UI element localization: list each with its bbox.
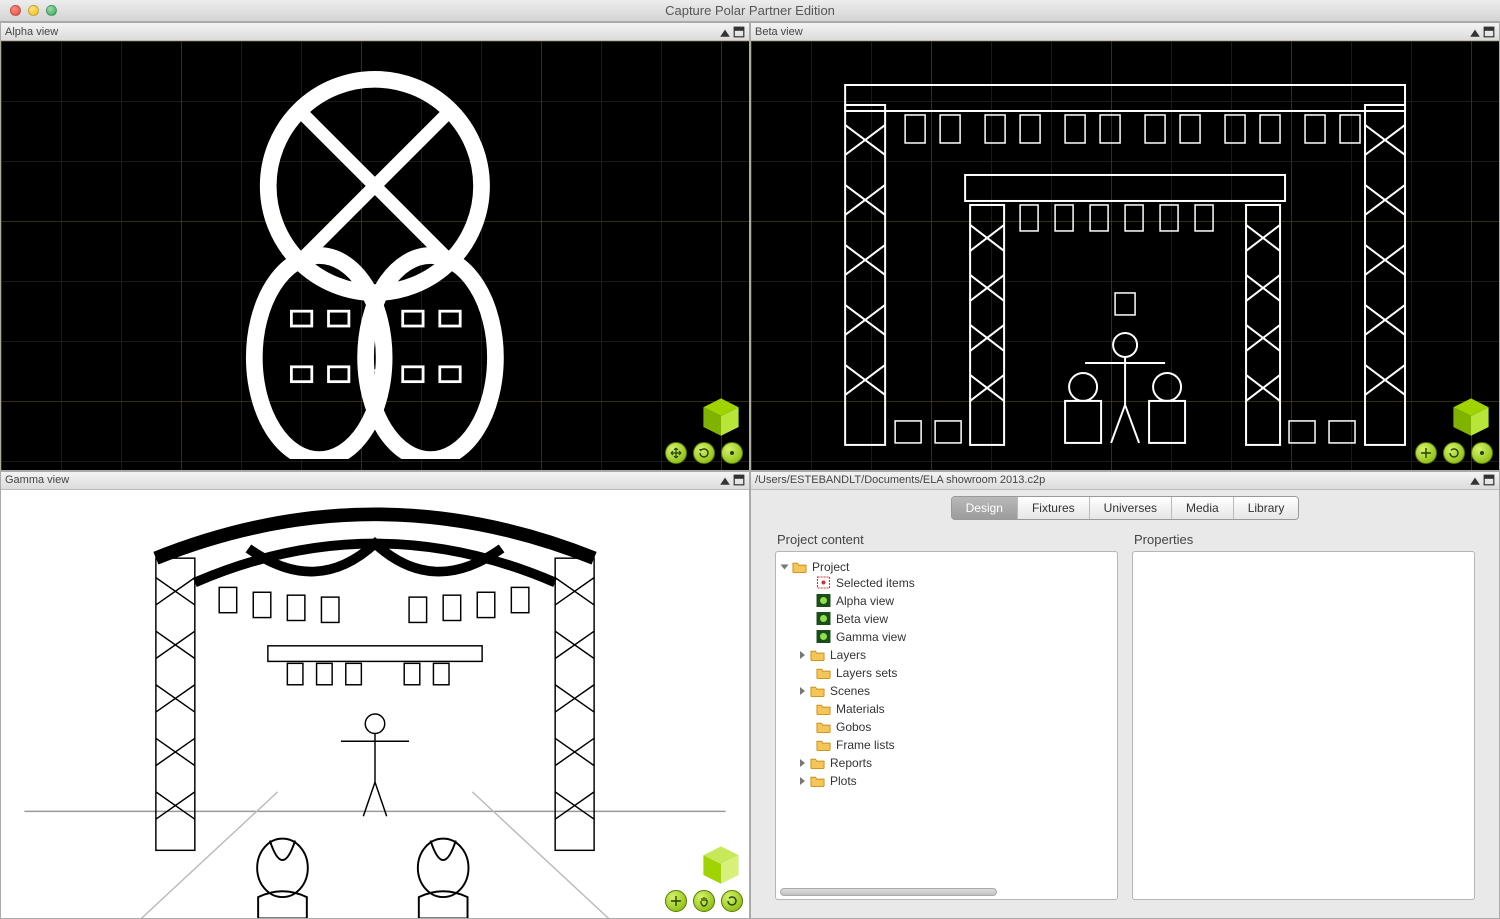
folder-icon	[810, 648, 825, 661]
folder-icon	[816, 720, 831, 733]
properties-label: Properties	[1132, 532, 1475, 551]
disclosure-icon[interactable]	[800, 777, 805, 785]
panel-tabs: Design Fixtures Universes Media Library	[951, 496, 1300, 520]
view-cube-icon[interactable]	[699, 842, 743, 886]
close-window-button[interactable]	[10, 5, 21, 16]
pan-button[interactable]	[1415, 442, 1437, 464]
project-tree[interactable]: Project Selected items	[776, 552, 1117, 812]
alpha-pane: Alpha view	[0, 22, 750, 471]
hand-button[interactable]	[693, 890, 715, 912]
window-title: Capture Polar Partner Edition	[0, 3, 1500, 18]
tree-item-beta-view[interactable]: Beta view	[800, 612, 1111, 626]
project-content-label: Project content	[775, 532, 1118, 551]
tree-label: Reports	[830, 756, 872, 770]
tree-item-frame-lists[interactable]: Frame lists	[800, 738, 1111, 752]
properties-title: /Users/ESTEBANDLT/Documents/ELA showroom…	[755, 474, 1045, 486]
pane-dock-icon[interactable]	[733, 26, 745, 38]
folder-icon	[810, 756, 825, 769]
tree-item-selected-items[interactable]: Selected items	[800, 576, 1111, 590]
orbit-button[interactable]	[721, 890, 743, 912]
folder-icon	[816, 666, 831, 679]
tree-label: Frame lists	[836, 738, 895, 752]
orbit-button[interactable]	[693, 442, 715, 464]
tree-label: Gamma view	[836, 630, 906, 644]
orbit-button[interactable]	[1443, 442, 1465, 464]
tab-design[interactable]: Design	[952, 497, 1018, 519]
alpha-header: Alpha view	[1, 23, 749, 41]
view-cube-icon[interactable]	[699, 394, 743, 438]
tab-fixtures[interactable]: Fixtures	[1018, 497, 1090, 519]
pane-maximize-icon[interactable]	[1469, 474, 1481, 486]
tab-library[interactable]: Library	[1234, 497, 1299, 519]
window-controls	[0, 5, 57, 16]
disclosure-icon[interactable]	[800, 651, 805, 659]
folder-icon	[792, 560, 807, 573]
view-cube-icon[interactable]	[1449, 394, 1493, 438]
gamma-drawing	[1, 490, 749, 919]
tree-item-layers[interactable]: Layers	[800, 648, 1111, 662]
tree-label: Selected items	[836, 576, 915, 590]
folder-icon	[810, 684, 825, 697]
beta-viewport[interactable]	[751, 41, 1499, 470]
gamma-pane: Gamma view	[0, 471, 750, 919]
gamma-viewport[interactable]	[1, 490, 749, 919]
tree-item-reports[interactable]: Reports	[800, 756, 1111, 770]
pane-maximize-icon[interactable]	[719, 26, 731, 38]
pane-dock-icon[interactable]	[1483, 26, 1495, 38]
tree-label: Beta view	[836, 612, 888, 626]
disclosure-icon[interactable]	[800, 687, 805, 695]
tab-universes[interactable]: Universes	[1090, 497, 1172, 519]
properties-box[interactable]	[1132, 551, 1475, 901]
tree-label: Project	[812, 560, 849, 574]
tree-item-layers-sets[interactable]: Layers sets	[800, 666, 1111, 680]
folder-icon	[816, 702, 831, 715]
alpha-title: Alpha view	[5, 26, 58, 38]
beta-header: Beta view	[751, 23, 1499, 41]
tree-item-materials[interactable]: Materials	[800, 702, 1111, 716]
reset-button[interactable]	[721, 442, 743, 464]
tree-item-plots[interactable]: Plots	[800, 774, 1111, 788]
pan-button[interactable]	[665, 442, 687, 464]
pan-button[interactable]	[665, 890, 687, 912]
disclosure-icon[interactable]	[781, 564, 789, 569]
tree-item-scenes[interactable]: Scenes	[800, 684, 1111, 698]
tree-item-gobos[interactable]: Gobos	[800, 720, 1111, 734]
window-titlebar: Capture Polar Partner Edition	[0, 0, 1500, 22]
tab-media[interactable]: Media	[1172, 497, 1234, 519]
tree-root[interactable]: Project	[782, 560, 1111, 574]
pane-maximize-icon[interactable]	[719, 474, 731, 486]
view-icon	[816, 612, 831, 625]
beta-title: Beta view	[755, 26, 803, 38]
project-tree-box: Project Selected items	[775, 551, 1118, 901]
view-icon	[816, 594, 831, 607]
workspace: Alpha view	[0, 22, 1500, 919]
pane-dock-icon[interactable]	[733, 474, 745, 486]
selection-icon	[816, 576, 831, 589]
pane-dock-icon[interactable]	[1483, 474, 1495, 486]
folder-icon	[810, 774, 825, 787]
properties-pane: /Users/ESTEBANDLT/Documents/ELA showroom…	[750, 471, 1500, 919]
beta-pane: Beta view	[750, 22, 1500, 471]
tree-item-gamma-view[interactable]: Gamma view	[800, 630, 1111, 644]
pane-maximize-icon[interactable]	[1469, 26, 1481, 38]
tree-label: Scenes	[830, 684, 870, 698]
zoom-window-button[interactable]	[46, 5, 57, 16]
tree-label: Layers sets	[836, 666, 897, 680]
tree-label: Alpha view	[836, 594, 894, 608]
disclosure-icon[interactable]	[800, 759, 805, 767]
tree-item-alpha-view[interactable]: Alpha view	[800, 594, 1111, 608]
gamma-header: Gamma view	[1, 472, 749, 490]
properties-header: /Users/ESTEBANDLT/Documents/ELA showroom…	[751, 472, 1499, 490]
horizontal-scrollbar[interactable]	[780, 888, 997, 896]
folder-icon	[816, 738, 831, 751]
minimize-window-button[interactable]	[28, 5, 39, 16]
gamma-title: Gamma view	[5, 474, 69, 486]
view-icon	[816, 630, 831, 643]
tree-label: Layers	[830, 648, 866, 662]
alpha-viewport[interactable]	[1, 41, 749, 470]
reset-button[interactable]	[1471, 442, 1493, 464]
tree-label: Plots	[830, 774, 857, 788]
tree-label: Materials	[836, 702, 885, 716]
tree-label: Gobos	[836, 720, 871, 734]
